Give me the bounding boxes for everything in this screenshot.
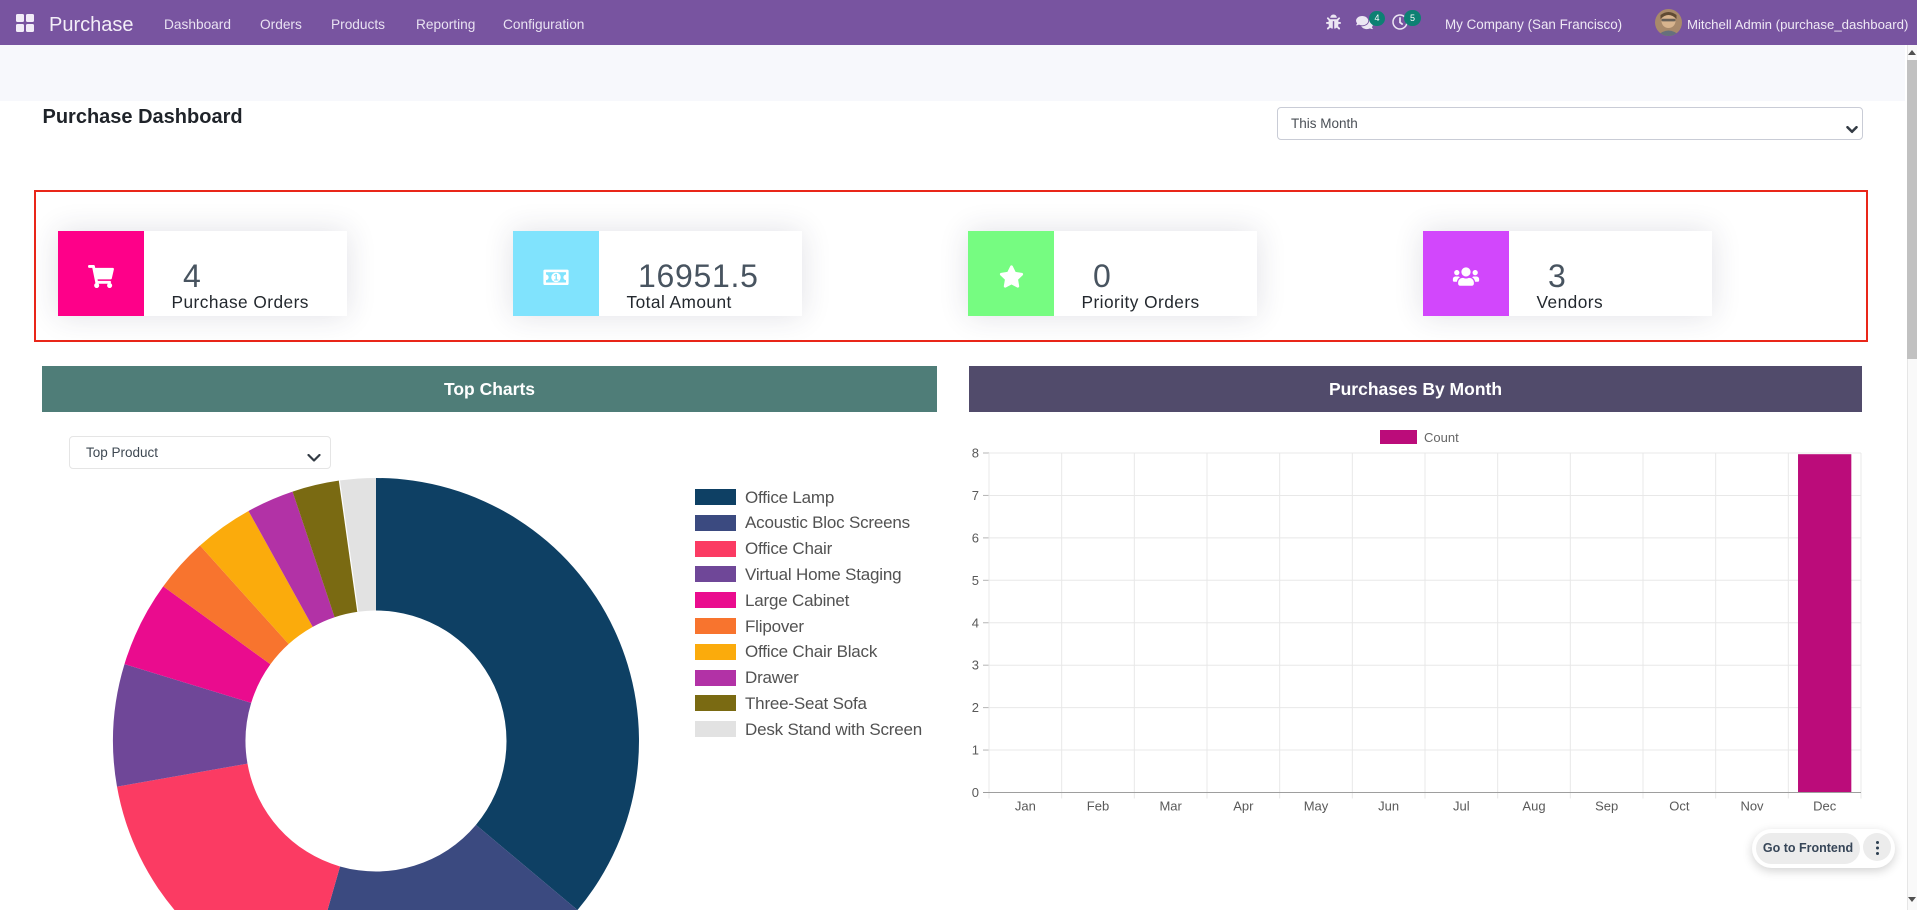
svg-text:7: 7 bbox=[972, 488, 979, 503]
svg-text:Jan: Jan bbox=[1015, 799, 1036, 814]
svg-text:1: 1 bbox=[553, 272, 558, 282]
svg-text:Sep: Sep bbox=[1595, 799, 1618, 814]
svg-text:1: 1 bbox=[972, 743, 979, 758]
svg-text:Aug: Aug bbox=[1522, 799, 1545, 814]
svg-text:2: 2 bbox=[972, 700, 979, 715]
svg-text:6: 6 bbox=[972, 530, 979, 545]
svg-text:4: 4 bbox=[972, 615, 979, 630]
svg-text:Jun: Jun bbox=[1378, 799, 1399, 814]
svg-text:Dec: Dec bbox=[1813, 799, 1837, 814]
svg-text:Feb: Feb bbox=[1087, 799, 1109, 814]
svg-text:Mar: Mar bbox=[1159, 799, 1182, 814]
svg-text:Jul: Jul bbox=[1453, 799, 1470, 814]
svg-text:8: 8 bbox=[972, 446, 979, 461]
svg-text:Apr: Apr bbox=[1233, 799, 1254, 814]
svg-text:Oct: Oct bbox=[1669, 799, 1690, 814]
svg-text:Nov: Nov bbox=[1740, 799, 1764, 814]
svg-text:5: 5 bbox=[972, 573, 979, 588]
svg-text:3: 3 bbox=[972, 658, 979, 673]
svg-text:0: 0 bbox=[972, 785, 979, 800]
svg-text:May: May bbox=[1304, 799, 1329, 814]
svg-text:Count: Count bbox=[1424, 430, 1459, 445]
